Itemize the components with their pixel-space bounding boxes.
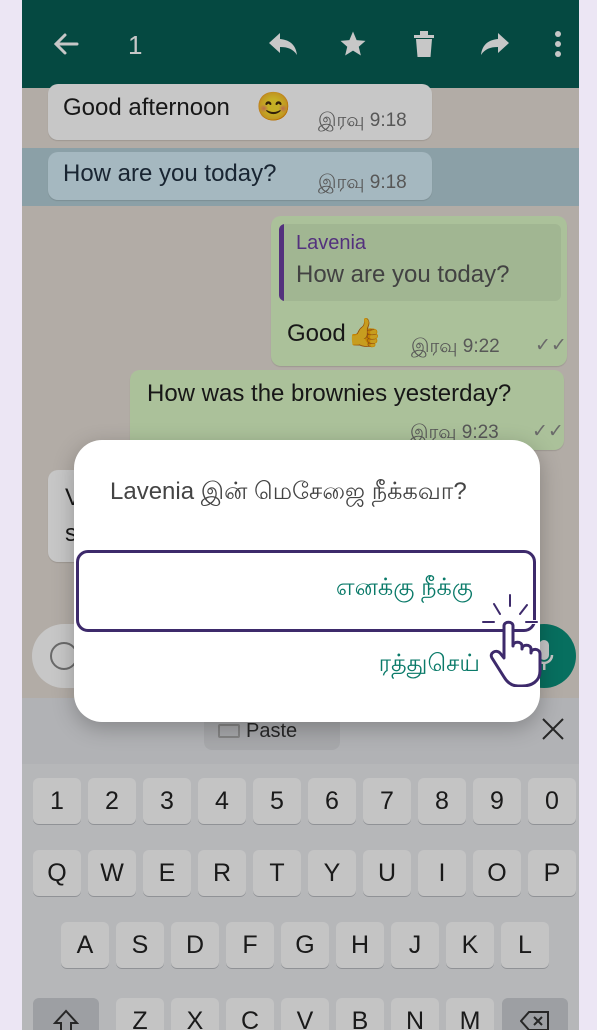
cancel-button[interactable]: ரத்துசெய் <box>379 650 480 680</box>
dialog-title: Lavenia இன் மெசேஜை நீக்கவா? <box>110 478 467 505</box>
delete-message-dialog: Lavenia இன் மெசேஜை நீக்கவா? எனக்கு நீக்க… <box>74 440 540 722</box>
tap-hand-icon <box>481 593 542 687</box>
left-margin <box>0 0 22 1030</box>
phone-screen: 1 Good afternoon 😊 இரவு 9:18 How are you… <box>22 0 579 1030</box>
delete-for-me-label: எனக்கு நீக்கு <box>335 574 473 601</box>
delete-for-me-button[interactable]: எனக்கு நீக்கு <box>76 550 536 632</box>
